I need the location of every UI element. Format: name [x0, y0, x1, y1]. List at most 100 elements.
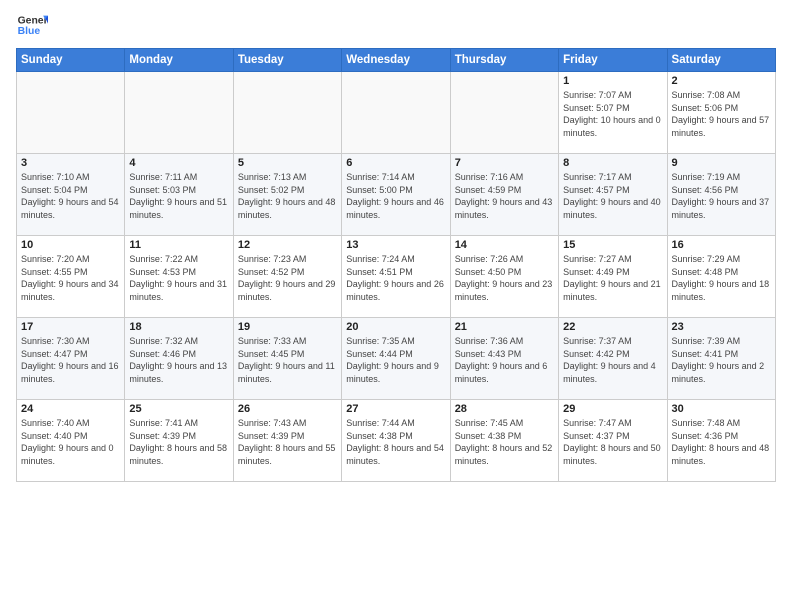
day-number: 16: [672, 239, 771, 251]
day-info: Sunrise: 7:40 AM Sunset: 4:40 PM Dayligh…: [21, 417, 120, 467]
day-info: Sunrise: 7:23 AM Sunset: 4:52 PM Dayligh…: [238, 253, 337, 303]
calendar-cell: 18 Sunrise: 7:32 AM Sunset: 4:46 PM Dayli…: [125, 318, 233, 400]
calendar-cell: [450, 72, 558, 154]
calendar-cell: 15 Sunrise: 7:27 AM Sunset: 4:49 PM Dayli…: [559, 236, 667, 318]
logo-icon: General Blue: [16, 12, 48, 40]
day-number: 3: [21, 157, 120, 169]
day-number: 28: [455, 403, 554, 415]
day-info: Sunrise: 7:22 AM Sunset: 4:53 PM Dayligh…: [129, 253, 228, 303]
svg-text:Blue: Blue: [18, 26, 41, 37]
day-info: Sunrise: 7:43 AM Sunset: 4:39 PM Dayligh…: [238, 417, 337, 467]
calendar-week-row: 10 Sunrise: 7:20 AM Sunset: 4:55 PM Dayli…: [17, 236, 776, 318]
calendar-cell: 1 Sunrise: 7:07 AM Sunset: 5:07 PM Daylig…: [559, 72, 667, 154]
calendar-week-row: 24 Sunrise: 7:40 AM Sunset: 4:40 PM Dayli…: [17, 400, 776, 482]
calendar-cell: 2 Sunrise: 7:08 AM Sunset: 5:06 PM Daylig…: [667, 72, 775, 154]
svg-text:General: General: [18, 16, 48, 27]
day-number: 27: [346, 403, 445, 415]
weekday-header: Saturday: [667, 49, 775, 72]
calendar-cell: [125, 72, 233, 154]
calendar-cell: 25 Sunrise: 7:41 AM Sunset: 4:39 PM Dayli…: [125, 400, 233, 482]
day-info: Sunrise: 7:19 AM Sunset: 4:56 PM Dayligh…: [672, 171, 771, 221]
day-number: 30: [672, 403, 771, 415]
day-number: 26: [238, 403, 337, 415]
day-info: Sunrise: 7:32 AM Sunset: 4:46 PM Dayligh…: [129, 335, 228, 385]
calendar-cell: 4 Sunrise: 7:11 AM Sunset: 5:03 PM Daylig…: [125, 154, 233, 236]
day-info: Sunrise: 7:27 AM Sunset: 4:49 PM Dayligh…: [563, 253, 662, 303]
day-number: 4: [129, 157, 228, 169]
day-info: Sunrise: 7:26 AM Sunset: 4:50 PM Dayligh…: [455, 253, 554, 303]
calendar-cell: 22 Sunrise: 7:37 AM Sunset: 4:42 PM Dayli…: [559, 318, 667, 400]
day-info: Sunrise: 7:11 AM Sunset: 5:03 PM Dayligh…: [129, 171, 228, 221]
page: General Blue SundayMondayTuesdayWednesda…: [0, 0, 792, 612]
calendar-week-row: 17Sunrise: 7:30 AM Sunset: 4:47 PM Dayli…: [17, 318, 776, 400]
calendar-cell: 10 Sunrise: 7:20 AM Sunset: 4:55 PM Dayli…: [17, 236, 125, 318]
day-info: Sunrise: 7:47 AM Sunset: 4:37 PM Dayligh…: [563, 417, 662, 467]
calendar-cell: 8 Sunrise: 7:17 AM Sunset: 4:57 PM Daylig…: [559, 154, 667, 236]
calendar-cell: 26 Sunrise: 7:43 AM Sunset: 4:39 PM Dayli…: [233, 400, 341, 482]
day-info: Sunrise: 7:48 AM Sunset: 4:36 PM Dayligh…: [672, 417, 771, 467]
calendar: SundayMondayTuesdayWednesdayThursdayFrid…: [16, 48, 776, 482]
calendar-cell: 6Sunrise: 7:14 AM Sunset: 5:00 PM Daylig…: [342, 154, 450, 236]
day-info: Sunrise: 7:33 AM Sunset: 4:45 PM Dayligh…: [238, 335, 337, 385]
day-info: Sunrise: 7:44 AM Sunset: 4:38 PM Dayligh…: [346, 417, 445, 467]
day-number: 10: [21, 239, 120, 251]
day-number: 22: [563, 321, 662, 333]
weekday-header: Tuesday: [233, 49, 341, 72]
day-number: 25: [129, 403, 228, 415]
day-info: Sunrise: 7:20 AM Sunset: 4:55 PM Dayligh…: [21, 253, 120, 303]
weekday-header: Friday: [559, 49, 667, 72]
day-number: 11: [129, 239, 228, 251]
calendar-cell: [17, 72, 125, 154]
day-number: 9: [672, 157, 771, 169]
day-info: Sunrise: 7:14 AM Sunset: 5:00 PM Dayligh…: [346, 171, 445, 221]
day-info: Sunrise: 7:17 AM Sunset: 4:57 PM Dayligh…: [563, 171, 662, 221]
calendar-cell: 11 Sunrise: 7:22 AM Sunset: 4:53 PM Dayli…: [125, 236, 233, 318]
day-number: 21: [455, 321, 554, 333]
day-number: 15: [563, 239, 662, 251]
logo: General Blue: [16, 12, 48, 40]
day-info: Sunrise: 7:16 AM Sunset: 4:59 PM Dayligh…: [455, 171, 554, 221]
calendar-cell: 7 Sunrise: 7:16 AM Sunset: 4:59 PM Daylig…: [450, 154, 558, 236]
header: General Blue: [16, 12, 776, 40]
day-number: 24: [21, 403, 120, 415]
calendar-cell: 13 Sunrise: 7:24 AM Sunset: 4:51 PM Dayli…: [342, 236, 450, 318]
calendar-cell: 24 Sunrise: 7:40 AM Sunset: 4:40 PM Dayli…: [17, 400, 125, 482]
weekday-header: Wednesday: [342, 49, 450, 72]
day-info: Sunrise: 7:24 AM Sunset: 4:51 PM Dayligh…: [346, 253, 445, 303]
day-info: Sunrise: 7:37 AM Sunset: 4:42 PM Dayligh…: [563, 335, 662, 385]
calendar-header-row: SundayMondayTuesdayWednesdayThursdayFrid…: [17, 49, 776, 72]
calendar-cell: 12Sunrise: 7:23 AM Sunset: 4:52 PM Dayli…: [233, 236, 341, 318]
day-number: 8: [563, 157, 662, 169]
day-number: 18: [129, 321, 228, 333]
calendar-cell: 23Sunrise: 7:39 AM Sunset: 4:41 PM Dayli…: [667, 318, 775, 400]
day-number: 17: [21, 321, 120, 333]
calendar-cell: 29 Sunrise: 7:47 AM Sunset: 4:37 PM Dayli…: [559, 400, 667, 482]
day-info: Sunrise: 7:10 AM Sunset: 5:04 PM Dayligh…: [21, 171, 120, 221]
weekday-header: Monday: [125, 49, 233, 72]
day-info: Sunrise: 7:07 AM Sunset: 5:07 PM Dayligh…: [563, 89, 662, 139]
calendar-cell: 27 Sunrise: 7:44 AM Sunset: 4:38 PM Dayli…: [342, 400, 450, 482]
calendar-cell: 9 Sunrise: 7:19 AM Sunset: 4:56 PM Daylig…: [667, 154, 775, 236]
day-number: 2: [672, 75, 771, 87]
day-number: 7: [455, 157, 554, 169]
day-info: Sunrise: 7:08 AM Sunset: 5:06 PM Dayligh…: [672, 89, 771, 139]
day-number: 29: [563, 403, 662, 415]
day-number: 23: [672, 321, 771, 333]
day-info: Sunrise: 7:35 AM Sunset: 4:44 PM Dayligh…: [346, 335, 445, 385]
calendar-cell: 5Sunrise: 7:13 AM Sunset: 5:02 PM Daylig…: [233, 154, 341, 236]
calendar-cell: 3 Sunrise: 7:10 AM Sunset: 5:04 PM Daylig…: [17, 154, 125, 236]
day-number: 13: [346, 239, 445, 251]
calendar-cell: 14Sunrise: 7:26 AM Sunset: 4:50 PM Dayli…: [450, 236, 558, 318]
calendar-cell: 21Sunrise: 7:36 AM Sunset: 4:43 PM Dayli…: [450, 318, 558, 400]
calendar-cell: 20 Sunrise: 7:35 AM Sunset: 4:44 PM Dayli…: [342, 318, 450, 400]
day-number: 1: [563, 75, 662, 87]
day-info: Sunrise: 7:41 AM Sunset: 4:39 PM Dayligh…: [129, 417, 228, 467]
day-info: Sunrise: 7:45 AM Sunset: 4:38 PM Dayligh…: [455, 417, 554, 467]
weekday-header: Sunday: [17, 49, 125, 72]
day-number: 19: [238, 321, 337, 333]
day-info: Sunrise: 7:29 AM Sunset: 4:48 PM Dayligh…: [672, 253, 771, 303]
calendar-cell: 17Sunrise: 7:30 AM Sunset: 4:47 PM Dayli…: [17, 318, 125, 400]
calendar-cell: 19 Sunrise: 7:33 AM Sunset: 4:45 PM Dayli…: [233, 318, 341, 400]
day-number: 20: [346, 321, 445, 333]
weekday-header: Thursday: [450, 49, 558, 72]
